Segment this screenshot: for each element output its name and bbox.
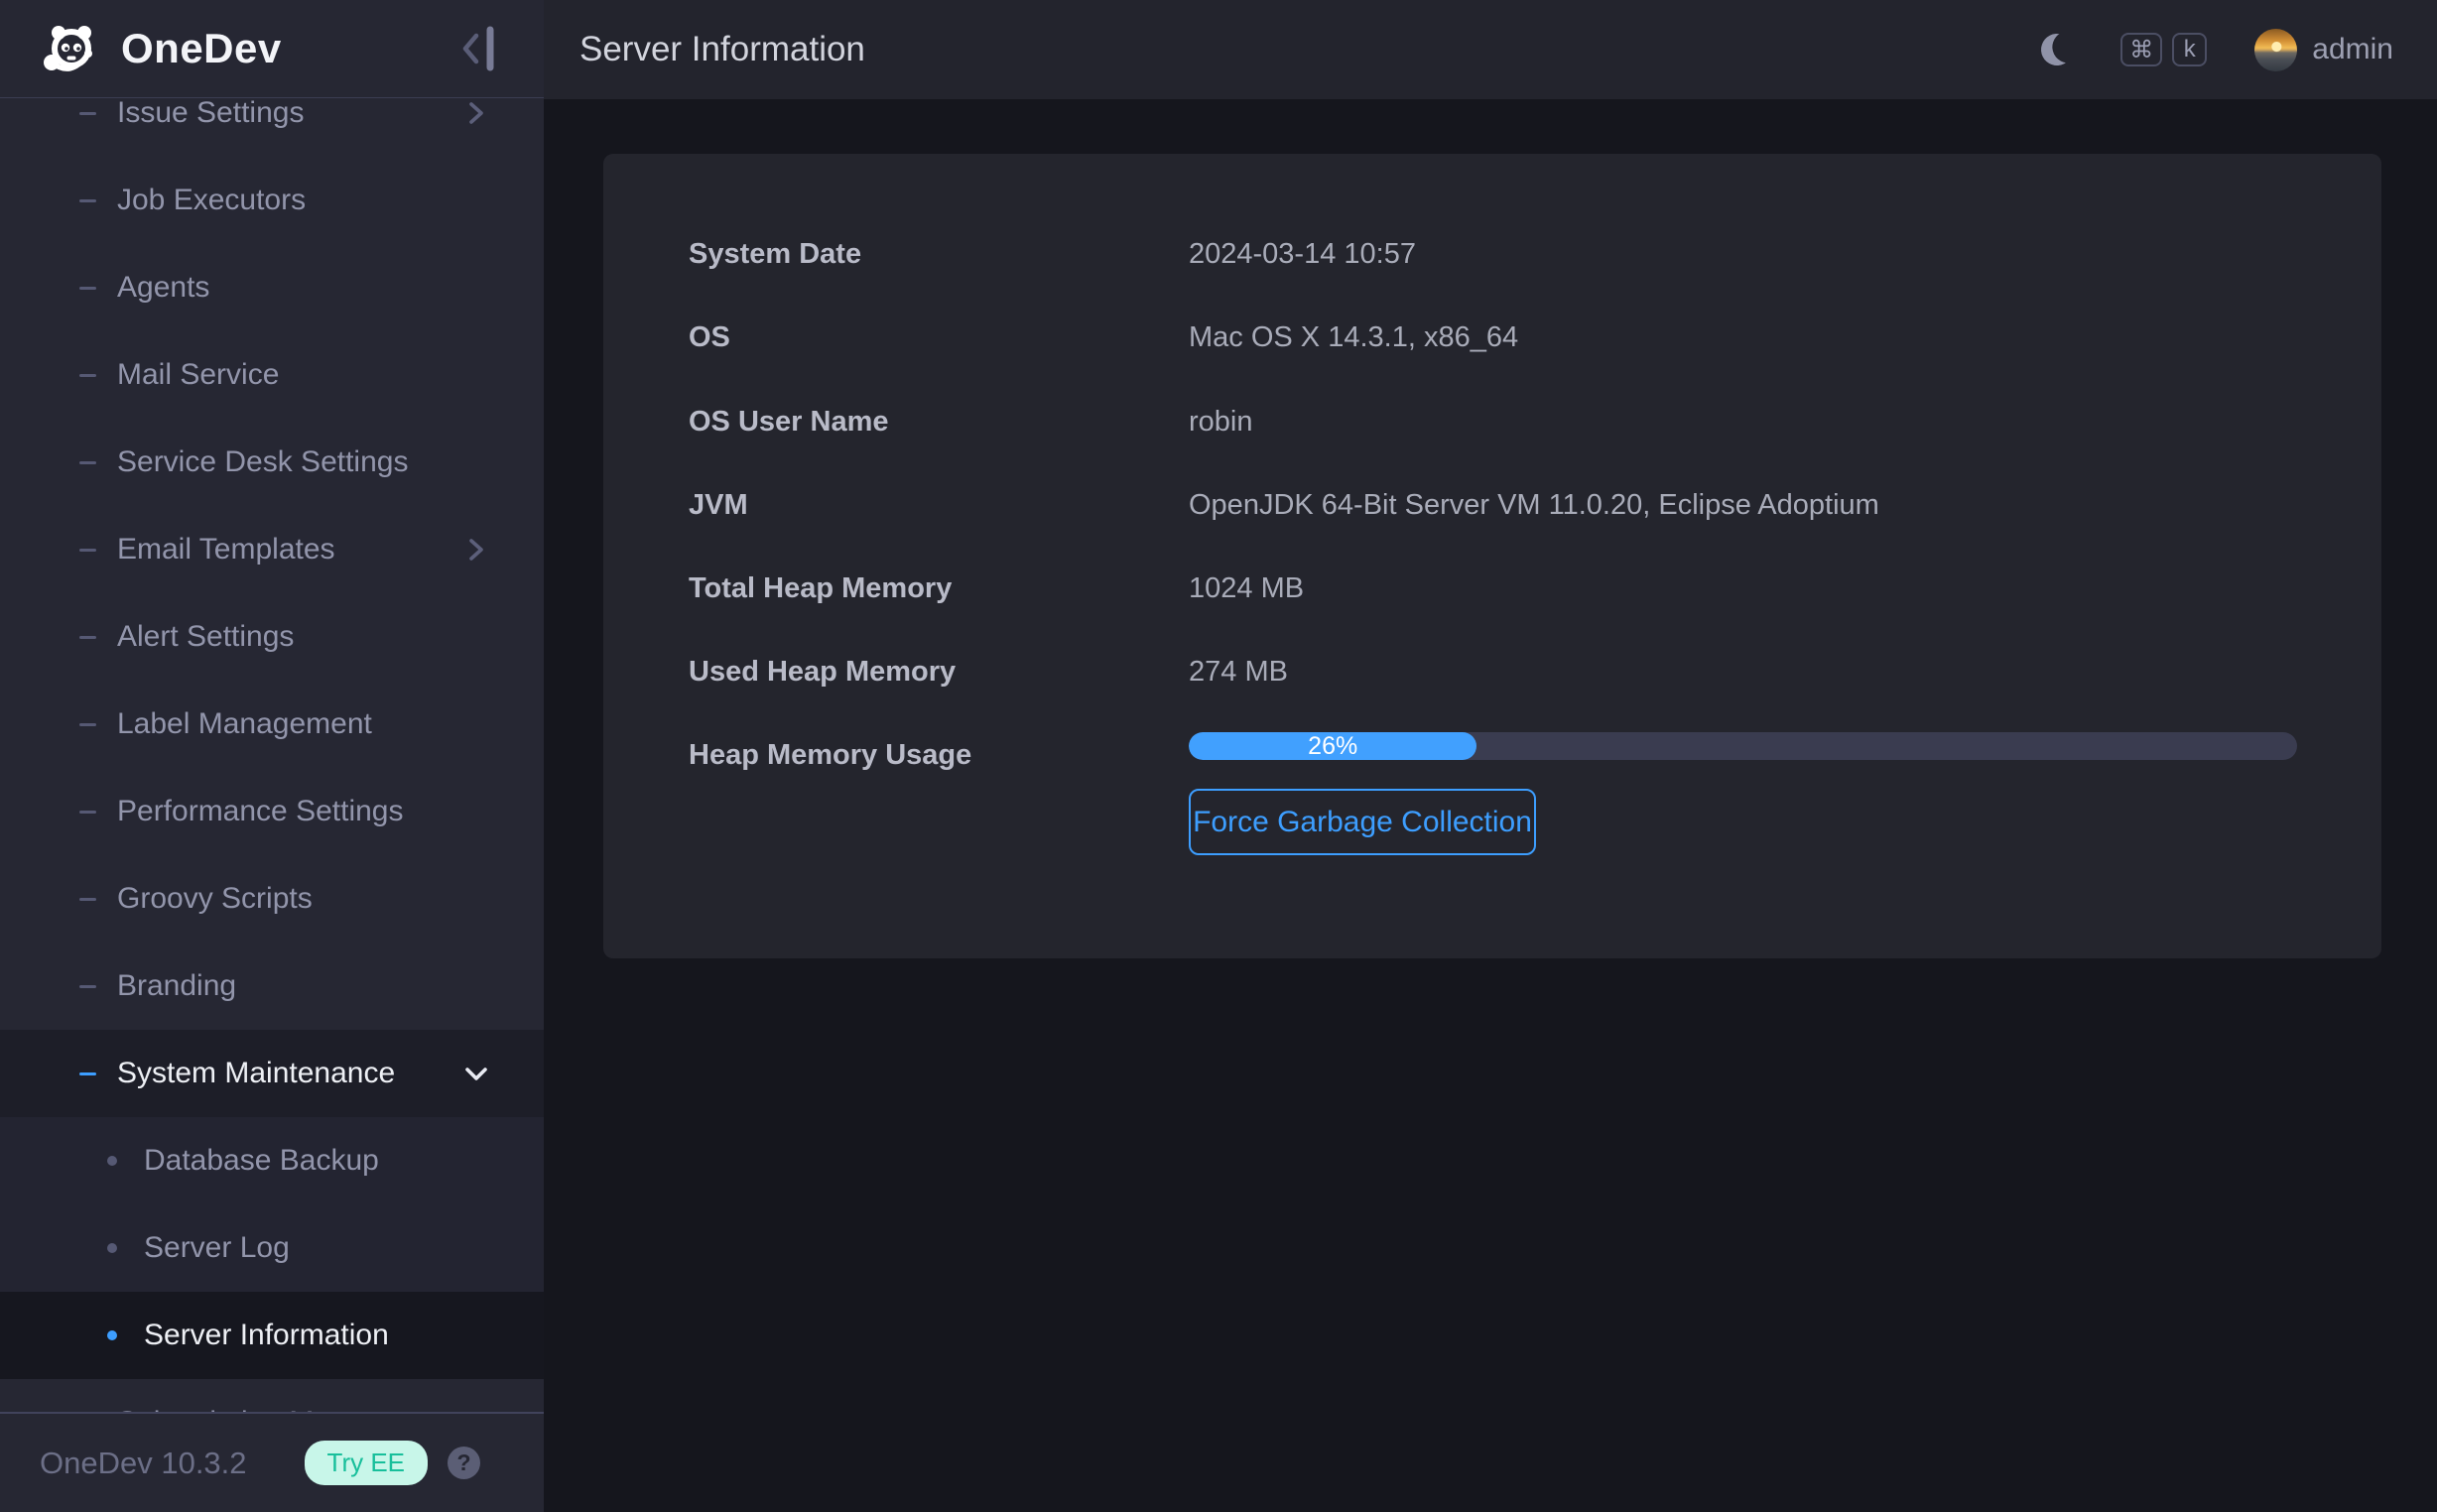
sidebar-menu: Issue Settings Job Executors Agents Mail… — [0, 99, 544, 1412]
server-info-panel: System Date 2024-03-14 10:57 OS Mac OS X… — [603, 154, 2381, 958]
sidebar-item-job-executors[interactable]: Job Executors — [0, 157, 544, 244]
logo-bar: OneDev — [0, 0, 544, 98]
page-title: Server Information — [579, 30, 865, 69]
sidebar: OneDev Issue Settings Job Executors Agen… — [0, 0, 544, 1512]
main-content: System Date 2024-03-14 10:57 OS Mac OS X… — [544, 99, 2437, 1512]
sidebar-item-system-maintenance[interactable]: System Maintenance — [0, 1030, 544, 1117]
dash-icon — [79, 898, 96, 901]
k-keycap: k — [2172, 33, 2207, 66]
dash-icon — [79, 811, 96, 814]
dash-icon — [79, 199, 96, 202]
dash-icon — [79, 636, 96, 639]
info-row-used-heap-memory: Used Heap Memory 274 MB — [689, 654, 2296, 690]
dash-icon — [79, 549, 96, 552]
try-ee-badge[interactable]: Try EE — [305, 1441, 428, 1485]
sidebar-item-email-templates[interactable]: Email Templates — [0, 506, 544, 593]
logo-text: OneDev — [121, 25, 282, 72]
chevron-right-icon — [464, 99, 488, 129]
dash-icon — [79, 1072, 96, 1075]
force-garbage-collection-button[interactable]: Force Garbage Collection — [1189, 789, 1536, 855]
dash-icon — [79, 112, 96, 115]
chevron-down-icon — [464, 1058, 488, 1089]
sidebar-item-agents[interactable]: Agents — [0, 244, 544, 331]
sidebar-item-label-management[interactable]: Label Management — [0, 681, 544, 768]
user-avatar[interactable] — [2254, 29, 2297, 71]
cmd-keycap: ⌘ — [2120, 33, 2162, 66]
sidebar-item-server-log[interactable]: Server Log — [0, 1204, 544, 1292]
heap-usage-percent-label: 26% — [1308, 732, 1357, 760]
heap-usage-fill: 26% — [1189, 732, 1476, 760]
bullet-icon — [107, 1330, 117, 1340]
sidebar-item-service-desk-settings[interactable]: Service Desk Settings — [0, 419, 544, 506]
info-row-os-user-name: OS User Name robin — [689, 404, 2296, 440]
sidebar-item-subscription-management[interactable]: Subscription Management — [0, 1379, 544, 1412]
info-row-system-date: System Date 2024-03-14 10:57 — [689, 236, 2296, 272]
help-icon[interactable]: ? — [448, 1447, 480, 1479]
sidebar-item-database-backup[interactable]: Database Backup — [0, 1117, 544, 1204]
info-row-os: OS Mac OS X 14.3.1, x86_64 — [689, 319, 2296, 355]
dash-icon — [79, 374, 96, 377]
dash-icon — [79, 287, 96, 290]
version-text: OneDev 10.3.2 — [40, 1446, 247, 1481]
chevron-right-icon — [464, 534, 488, 566]
dash-icon — [79, 723, 96, 726]
info-row-total-heap-memory: Total Heap Memory 1024 MB — [689, 570, 2296, 606]
sidebar-item-branding[interactable]: Branding — [0, 943, 544, 1030]
sidebar-item-performance-settings[interactable]: Performance Settings — [0, 768, 544, 855]
sidebar-item-groovy-scripts[interactable]: Groovy Scripts — [0, 855, 544, 943]
sidebar-item-alert-settings[interactable]: Alert Settings — [0, 593, 544, 681]
info-row-jvm: JVM OpenJDK 64-Bit Server VM 11.0.20, Ec… — [689, 487, 2296, 523]
dash-icon — [79, 985, 96, 988]
sidebar-item-issue-settings[interactable]: Issue Settings — [0, 99, 544, 157]
sidebar-item-mail-service[interactable]: Mail Service — [0, 331, 544, 419]
username[interactable]: admin — [2312, 33, 2393, 66]
sidebar-footer: OneDev 10.3.2 Try EE ? — [0, 1412, 544, 1512]
dash-icon — [79, 461, 96, 464]
dark-mode-moon-icon[interactable] — [2037, 30, 2077, 69]
collapse-sidebar-icon[interactable] — [460, 26, 500, 71]
heap-usage-progress-bar: 26% — [1189, 732, 2297, 760]
sidebar-item-server-information[interactable]: Server Information — [0, 1292, 544, 1379]
bullet-icon — [107, 1243, 117, 1253]
page-header: Server Information ⌘ k admin — [544, 0, 2437, 99]
bullet-icon — [107, 1156, 117, 1166]
onedev-panda-logo-icon — [42, 23, 97, 74]
command-palette-shortcut[interactable]: ⌘ k — [2120, 33, 2207, 66]
header-actions: ⌘ k admin — [2041, 29, 2393, 71]
